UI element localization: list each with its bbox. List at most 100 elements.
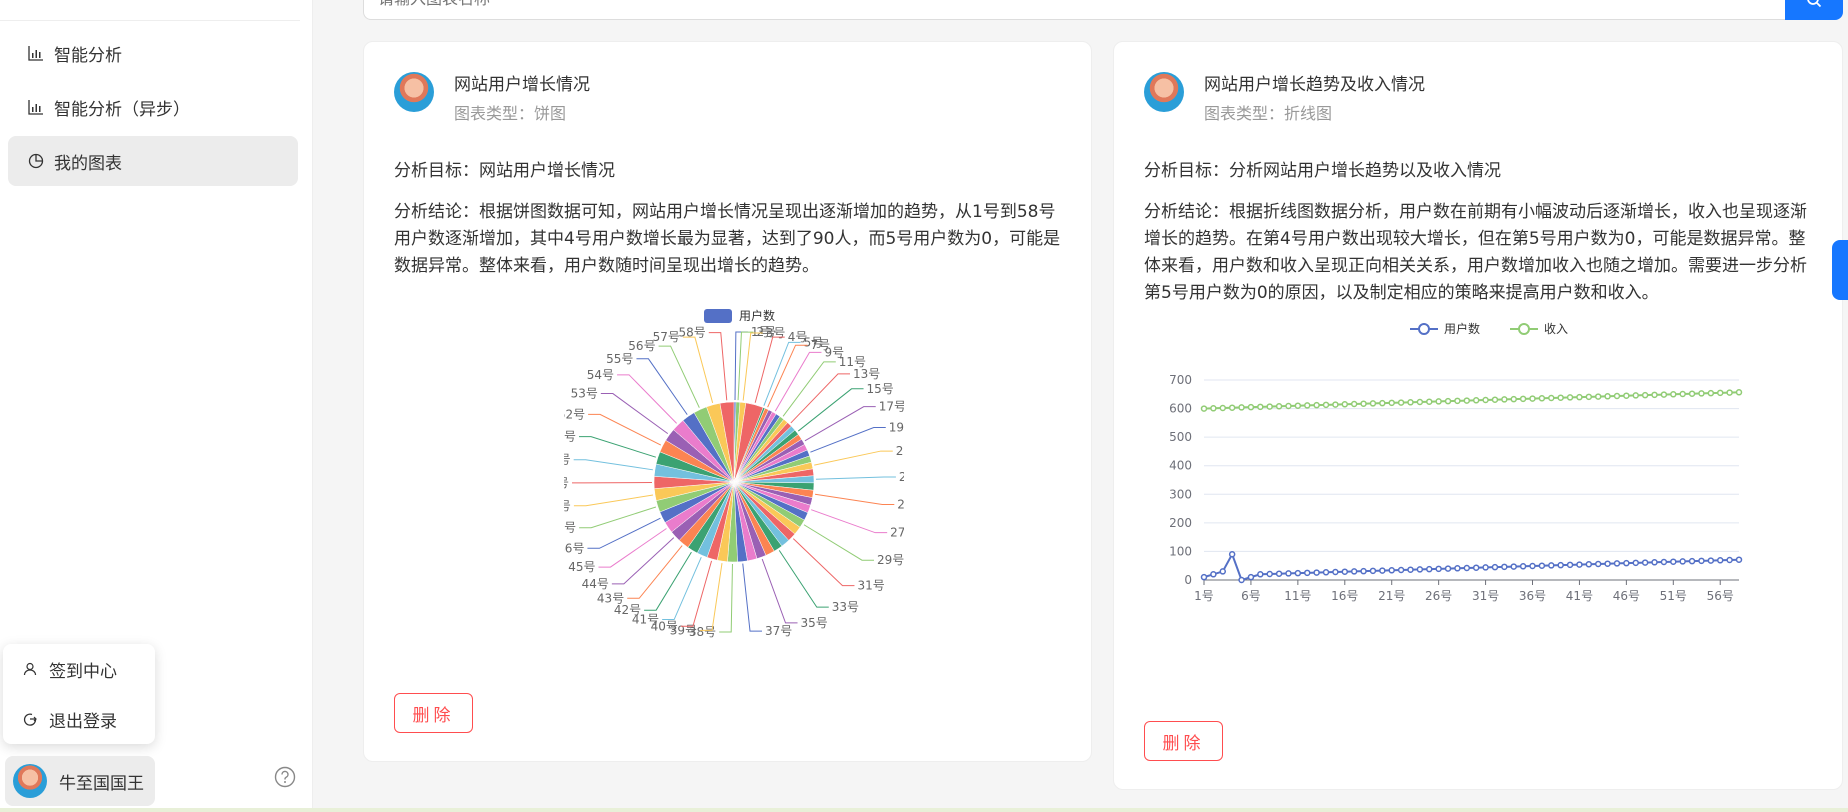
data-point [1735, 556, 1743, 563]
data-point [1369, 567, 1377, 575]
data-point [1566, 561, 1574, 569]
bar-chart-icon [28, 100, 43, 115]
card-title: 网站用户增长趋势及收入情况 [1204, 75, 1425, 95]
pie-label-line [814, 450, 893, 466]
data-point [1604, 393, 1611, 400]
data-point [1360, 400, 1367, 407]
data-point [1322, 569, 1330, 576]
data-point [1726, 556, 1733, 564]
data-point [1688, 557, 1696, 565]
data-point [1538, 562, 1546, 569]
pie-label-line [588, 413, 662, 446]
pie-label: 19号 [889, 420, 904, 434]
menu-item-checkin-center[interactable]: 签到中心 [3, 644, 155, 694]
y-tick-label: 700 [1169, 373, 1192, 387]
side-float-tab[interactable] [1832, 240, 1848, 300]
pie-label: 37号 [765, 624, 792, 638]
x-tick-label: 11号 [1284, 589, 1311, 603]
x-tick-label: 41号 [1566, 589, 1593, 603]
help-icon[interactable] [274, 766, 296, 788]
menu-item-logout[interactable]: 退出登录 [3, 694, 155, 744]
pie-label-line [627, 545, 683, 599]
pie-label-line [815, 476, 896, 480]
pie-label: 23号 [899, 470, 904, 484]
legend-label: 收入 [1544, 322, 1568, 336]
x-tick-label: 51号 [1660, 589, 1687, 603]
data-point [1716, 389, 1724, 397]
data-point [1735, 389, 1743, 396]
pie-label-line [803, 524, 874, 561]
data-point [1557, 394, 1564, 401]
data-point [1294, 402, 1302, 409]
sidebar-item-my-charts[interactable]: 我的图表 [8, 136, 298, 186]
pie-label: 29号 [877, 553, 904, 567]
data-point [1313, 401, 1320, 409]
data-point [1698, 390, 1705, 397]
data-point [1548, 394, 1555, 402]
sidebar: 智能分析 智能分析（异步） 我的图表 签到中心 退出登录 牛至国国王 [0, 0, 313, 812]
search-bar [363, 0, 1843, 20]
search-button[interactable] [1785, 0, 1843, 20]
search-input[interactable] [363, 0, 1787, 20]
data-point [1716, 557, 1724, 564]
data-point [1350, 568, 1358, 575]
delete-button[interactable]: 删除 [1144, 721, 1223, 761]
data-point [1510, 563, 1517, 570]
sidebar-item-smart-analysis[interactable]: 智能分析 [8, 28, 298, 78]
pie-label-line [774, 351, 822, 412]
data-point [1585, 393, 1593, 401]
data-point [1510, 395, 1517, 403]
data-point [1613, 560, 1621, 567]
data-point [1238, 404, 1245, 411]
user-name: 牛至国国王 [59, 773, 144, 794]
data-point [1266, 570, 1273, 578]
x-tick-label: 16号 [1331, 589, 1358, 603]
data-point [1266, 403, 1273, 410]
data-point [1594, 393, 1602, 400]
data-point [1285, 570, 1292, 577]
data-point [1651, 391, 1658, 399]
data-point [1341, 401, 1349, 408]
data-point [1641, 391, 1649, 399]
pie-label-line [636, 358, 688, 415]
sidebar-item-smart-analysis-async[interactable]: 智能分析（异步） [8, 82, 298, 132]
pie-label-line [797, 388, 864, 432]
bottom-divider [0, 808, 1848, 812]
pie-label-line [719, 563, 733, 633]
data-point [1726, 389, 1733, 396]
pie-label-line [811, 509, 888, 534]
pie-label-line [682, 336, 714, 403]
data-point [1454, 565, 1461, 572]
pie-label: 52号 [564, 407, 585, 421]
data-point [1707, 389, 1715, 397]
pie-label: 46号 [564, 541, 584, 555]
data-point [1379, 567, 1386, 574]
pie-label-line [778, 550, 829, 608]
card-title: 网站用户增长情况 [454, 75, 590, 95]
data-point [1416, 398, 1424, 406]
legend-label: 用户数 [1444, 322, 1480, 336]
pie-label: 51号 [564, 430, 576, 444]
analysis-conclusion: 分析结论：根据饼图数据可知，网站用户增长情况呈现出逐渐增加的趋势，从1号到58号… [394, 202, 1061, 276]
data-point [1200, 405, 1208, 412]
pie-label: 15号 [867, 382, 894, 396]
data-point [1679, 558, 1686, 565]
pie-label: 3号 [766, 326, 786, 340]
data-point [1623, 392, 1630, 399]
pie-label-line [587, 517, 661, 549]
data-point [1482, 564, 1489, 571]
pie-label-line [767, 344, 808, 408]
logout-icon [23, 713, 37, 726]
current-user[interactable]: 牛至国国王 [5, 756, 155, 806]
pie-label: 33号 [832, 600, 859, 614]
data-point [1688, 390, 1696, 397]
delete-button[interactable]: 删除 [394, 693, 473, 733]
data-point [1519, 563, 1527, 570]
pie-label-line [754, 336, 785, 403]
y-tick-label: 600 [1169, 402, 1192, 416]
data-point [1651, 559, 1658, 566]
pie-label: 44号 [582, 577, 609, 591]
y-tick-label: 100 [1169, 544, 1192, 558]
data-point [1641, 559, 1649, 566]
pie-label-line [742, 332, 763, 401]
